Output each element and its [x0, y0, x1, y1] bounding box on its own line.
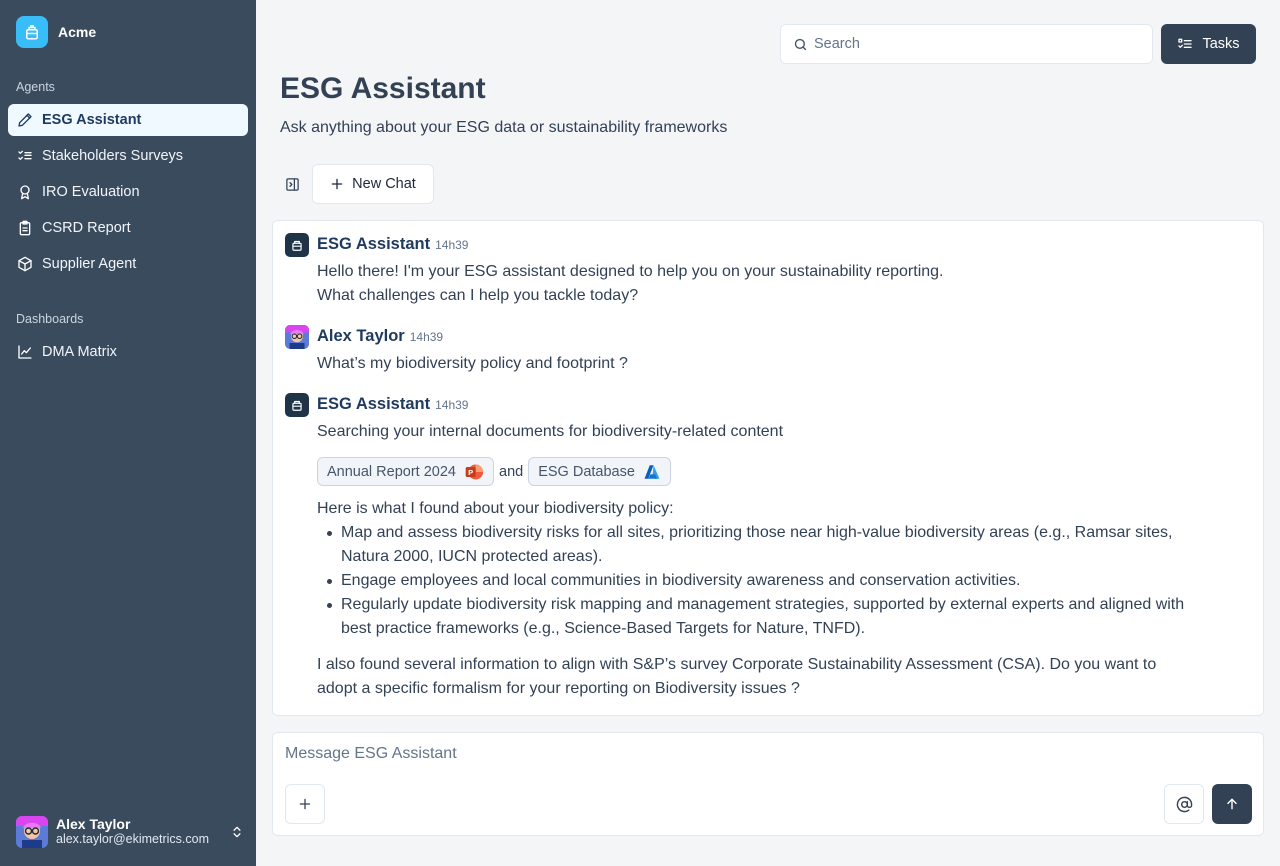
- sidebar-item-label: Supplier Agent: [42, 256, 137, 272]
- agents-section-label: Agents: [16, 80, 55, 94]
- sidebar-item-iro-evaluation[interactable]: IRO Evaluation: [8, 176, 248, 208]
- page-title: ESG Assistant: [280, 72, 486, 105]
- pencil-icon: [18, 113, 32, 127]
- dashboards-section-label: Dashboards: [16, 312, 84, 326]
- sidebar-item-esg-assistant[interactable]: ESG Assistant: [8, 104, 248, 136]
- sidebar: Acme Agents ESG Assistant Stakeholders S…: [0, 0, 256, 866]
- message-text: Hello there! I'm your ESG assistant desi…: [317, 260, 1197, 308]
- bot-icon: [292, 400, 302, 411]
- message-composer: [272, 732, 1264, 836]
- checklist-icon: [18, 150, 32, 160]
- message-bullets: Map and assess biodiversity risks for al…: [317, 521, 1197, 641]
- message-author: Alex Taylor: [317, 327, 405, 345]
- sidebar-item-label: Stakeholders Surveys: [42, 148, 184, 164]
- sidebar-item-csrd-report[interactable]: CSRD Report: [8, 212, 248, 244]
- search-icon: [794, 38, 807, 50]
- sidebar-item-label: IRO Evaluation: [42, 184, 140, 200]
- send-button[interactable]: [1212, 784, 1252, 824]
- user-email: alex.taylor@ekimetrics.com: [56, 832, 210, 846]
- message-intro: Here is what I found about your biodiver…: [317, 500, 674, 517]
- sources-joiner: and: [499, 463, 524, 480]
- user-menu[interactable]: Alex Taylor alex.taylor@ekimetrics.com: [16, 816, 244, 848]
- mention-button[interactable]: [1164, 784, 1204, 824]
- message-text: What’s my biodiversity policy and footpr…: [317, 355, 628, 372]
- tasks-button[interactable]: Tasks: [1161, 24, 1256, 64]
- new-chat-button[interactable]: New Chat: [312, 164, 434, 204]
- at-sign-icon: [1176, 796, 1192, 812]
- message-time: 14h39: [435, 398, 469, 412]
- source-chip-esg-database[interactable]: ESG Database: [528, 457, 671, 486]
- message-author: ESG Assistant: [317, 235, 431, 253]
- message-line: Hello there! I'm your ESG assistant desi…: [317, 263, 944, 280]
- message-author: ESG Assistant: [317, 395, 431, 413]
- message-header: ESG Assistant 14h39: [317, 235, 468, 254]
- source-chips: Annual Report 2024 P and ESG Database: [317, 457, 671, 486]
- bot-icon: [292, 240, 302, 251]
- assistant-avatar: [285, 393, 309, 417]
- plus-icon: [331, 178, 343, 190]
- plus-icon: [299, 798, 311, 810]
- sidebar-item-stakeholders-surveys[interactable]: Stakeholders Surveys: [8, 140, 248, 172]
- source-label: ESG Database: [538, 463, 635, 480]
- sidebar-item-label: DMA Matrix: [42, 344, 117, 360]
- message-time: 14h39: [435, 238, 469, 252]
- message-time: 14h39: [409, 330, 444, 344]
- panel-toggle-icon: [285, 177, 299, 191]
- sidebar-item-label: CSRD Report: [42, 220, 131, 236]
- user-avatar: [285, 325, 309, 349]
- chat-transcript: ESG Assistant 14h39 Hello there! I'm you…: [272, 220, 1264, 716]
- search-input[interactable]: [814, 36, 1134, 52]
- brand-name: Acme: [58, 24, 97, 40]
- source-chip-annual-report[interactable]: Annual Report 2024 P: [317, 457, 494, 486]
- source-label: Annual Report 2024: [327, 463, 456, 480]
- brand[interactable]: Acme: [16, 16, 96, 48]
- attach-button[interactable]: [285, 784, 325, 824]
- line-chart-icon: [18, 345, 32, 359]
- list-item: Engage employees and local communities i…: [317, 569, 1197, 593]
- message-header: Alex Taylor 14h39: [317, 327, 443, 346]
- page-subtitle: Ask anything about your ESG data or sust…: [280, 119, 728, 136]
- app-logo-icon: [16, 16, 48, 48]
- chevrons-up-down-icon: [233, 826, 241, 838]
- message-input[interactable]: [285, 745, 1245, 771]
- sidebar-item-label: ESG Assistant: [42, 112, 142, 128]
- sidebar-toggle-button[interactable]: [282, 174, 302, 194]
- tasks-label: Tasks: [1202, 36, 1240, 52]
- message-header: ESG Assistant 14h39: [317, 395, 468, 414]
- message-outro: I also found several information to alig…: [317, 656, 1157, 697]
- arrow-up-icon: [1227, 798, 1237, 810]
- avatar: [16, 816, 48, 848]
- search-box[interactable]: [780, 24, 1153, 64]
- new-chat-label: New Chat: [352, 176, 416, 192]
- sidebar-item-dma-matrix[interactable]: DMA Matrix: [8, 336, 248, 368]
- package-icon: [18, 256, 32, 272]
- assistant-avatar: [285, 233, 309, 257]
- list-item: Map and assess biodiversity risks for al…: [317, 521, 1197, 569]
- svg-text:P: P: [468, 467, 473, 476]
- clipboard-icon: [19, 220, 31, 236]
- azure-icon: [644, 464, 660, 479]
- award-icon: [20, 185, 30, 200]
- user-name: Alex Taylor: [56, 816, 131, 832]
- message-text: Searching your internal documents for bi…: [317, 423, 784, 440]
- sidebar-item-supplier-agent[interactable]: Supplier Agent: [8, 248, 248, 280]
- powerpoint-icon: P: [465, 464, 484, 479]
- list-checks-icon: [1178, 38, 1193, 48]
- message-line: What challenges can I help you tackle to…: [317, 287, 639, 304]
- list-item: Regularly update biodiversity risk mappi…: [317, 593, 1197, 641]
